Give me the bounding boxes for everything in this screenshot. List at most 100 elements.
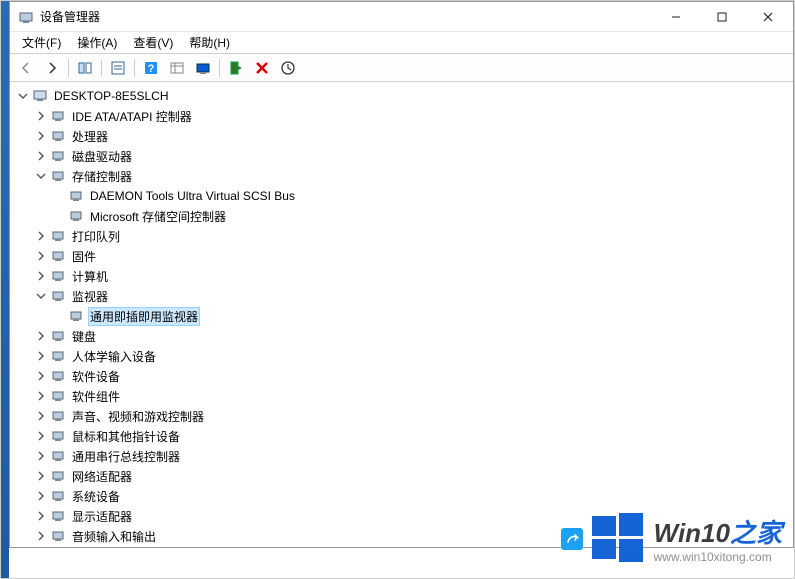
tree-item-label: 磁盘驱动器	[70, 147, 134, 166]
scan-hardware-button[interactable]	[191, 57, 215, 79]
chevron-right-icon[interactable]	[34, 389, 48, 403]
tree-item-label: 软件设备	[70, 367, 122, 386]
chevron-down-icon[interactable]	[34, 169, 48, 183]
device-icon	[50, 508, 66, 524]
tree-item-label: 计算机	[70, 267, 110, 286]
minimize-button[interactable]	[653, 2, 699, 32]
tree-item[interactable]: 人体学输入设备	[10, 346, 793, 366]
chevron-right-icon[interactable]	[34, 349, 48, 363]
device-icon	[50, 148, 66, 164]
tree-item[interactable]: 存储控制器	[10, 166, 793, 186]
chevron-right-icon[interactable]	[34, 409, 48, 423]
device-icon	[50, 248, 66, 264]
tree-item-label: 通用串行总线控制器	[70, 447, 182, 466]
device-icon	[50, 328, 66, 344]
watermark-title: Win10之家	[654, 513, 782, 550]
chevron-right-icon[interactable]	[34, 529, 48, 543]
tree-item[interactable]: 处理器	[10, 126, 793, 146]
tree-item[interactable]: IDE ATA/ATAPI 控制器	[10, 106, 793, 126]
tree-item-label: 处理器	[70, 127, 110, 146]
chevron-right-icon[interactable]	[34, 149, 48, 163]
properties-button[interactable]	[106, 57, 130, 79]
computer-icon	[32, 88, 48, 104]
menu-file[interactable]: 文件(F)	[14, 32, 69, 53]
device-icon	[50, 348, 66, 364]
tree-item-label: DAEMON Tools Ultra Virtual SCSI Bus	[88, 188, 297, 204]
chevron-right-icon[interactable]	[34, 249, 48, 263]
chevron-right-icon[interactable]	[34, 129, 48, 143]
tree-item-label: Microsoft 存储空间控制器	[88, 207, 228, 226]
tree-item-label: 软件组件	[70, 387, 122, 406]
tree-item[interactable]: DAEMON Tools Ultra Virtual SCSI Bus	[10, 186, 793, 206]
chevron-right-icon[interactable]	[34, 429, 48, 443]
toolbar-separator	[134, 59, 135, 77]
maximize-button[interactable]	[699, 2, 745, 32]
menu-action[interactable]: 操作(A)	[69, 32, 125, 53]
update-driver-button[interactable]	[276, 57, 300, 79]
menu-help[interactable]: 帮助(H)	[181, 32, 238, 53]
chevron-right-icon[interactable]	[34, 489, 48, 503]
tree-item[interactable]: 通用串行总线控制器	[10, 446, 793, 466]
chevron-right-icon[interactable]	[34, 369, 48, 383]
device-icon	[50, 468, 66, 484]
tree-item[interactable]: 网络适配器	[10, 466, 793, 486]
back-button[interactable]	[14, 57, 38, 79]
toolbar-separator	[101, 59, 102, 77]
device-tree[interactable]: DESKTOP-8E5SLCH IDE ATA/ATAPI 控制器处理器磁盘驱动…	[10, 82, 793, 547]
device-icon	[50, 128, 66, 144]
tree-item[interactable]: 计算机	[10, 266, 793, 286]
chevron-right-icon[interactable]	[34, 269, 48, 283]
device-icon	[50, 168, 66, 184]
close-button[interactable]	[745, 2, 791, 32]
tree-item[interactable]: Microsoft 存储空间控制器	[10, 206, 793, 226]
uninstall-device-button[interactable]	[250, 57, 274, 79]
chevron-right-icon[interactable]	[34, 469, 48, 483]
watermark-title-main: Win10	[654, 518, 730, 548]
tree-item[interactable]: 磁盘驱动器	[10, 146, 793, 166]
tree-item[interactable]: 声音、视频和游戏控制器	[10, 406, 793, 426]
left-background-strip	[1, 1, 9, 578]
device-icon	[68, 188, 84, 204]
chevron-right-icon[interactable]	[34, 109, 48, 123]
tree-root[interactable]: DESKTOP-8E5SLCH	[10, 86, 793, 106]
tree-root-label: DESKTOP-8E5SLCH	[52, 88, 171, 104]
tree-item[interactable]: 键盘	[10, 326, 793, 346]
tree-item-label: 键盘	[70, 327, 98, 346]
device-icon	[50, 288, 66, 304]
tree-item[interactable]: 系统设备	[10, 486, 793, 506]
help-button[interactable]: ?	[139, 57, 163, 79]
device-manager-window: 设备管理器 文件(F) 操作(A) 查看(V) 帮助(H)	[9, 1, 794, 548]
tree-item-label: IDE ATA/ATAPI 控制器	[70, 107, 194, 126]
device-icon	[50, 448, 66, 464]
device-icon	[50, 368, 66, 384]
windows-logo-icon	[590, 510, 646, 566]
chevron-right-icon[interactable]	[34, 229, 48, 243]
device-icon	[68, 208, 84, 224]
share-badge-icon	[561, 528, 583, 550]
chevron-right-icon[interactable]	[34, 509, 48, 523]
tree-item[interactable]: 监视器	[10, 286, 793, 306]
details-button[interactable]	[165, 57, 189, 79]
chevron-down-icon[interactable]	[34, 289, 48, 303]
watermark-title-suffix: 之家	[730, 518, 782, 548]
show-hide-console-button[interactable]	[73, 57, 97, 79]
tree-item[interactable]: 打印队列	[10, 226, 793, 246]
tree-item[interactable]: 软件设备	[10, 366, 793, 386]
tree-item-label: 固件	[70, 247, 98, 266]
enable-device-button[interactable]	[224, 57, 248, 79]
tree-item[interactable]: 鼠标和其他指针设备	[10, 426, 793, 446]
forward-button[interactable]	[40, 57, 64, 79]
toolbar-separator	[219, 59, 220, 77]
app-icon	[18, 9, 34, 25]
tree-item[interactable]: 固件	[10, 246, 793, 266]
window-title: 设备管理器	[40, 8, 653, 25]
chevron-right-icon[interactable]	[34, 449, 48, 463]
chevron-right-icon[interactable]	[34, 329, 48, 343]
menubar: 文件(F) 操作(A) 查看(V) 帮助(H)	[10, 32, 793, 54]
tree-item[interactable]: 通用即插即用监视器	[10, 306, 793, 326]
chevron-down-icon[interactable]	[16, 89, 30, 103]
tree-item[interactable]: 软件组件	[10, 386, 793, 406]
device-icon	[68, 308, 84, 324]
svg-text:?: ?	[148, 63, 155, 75]
menu-view[interactable]: 查看(V)	[125, 32, 181, 53]
